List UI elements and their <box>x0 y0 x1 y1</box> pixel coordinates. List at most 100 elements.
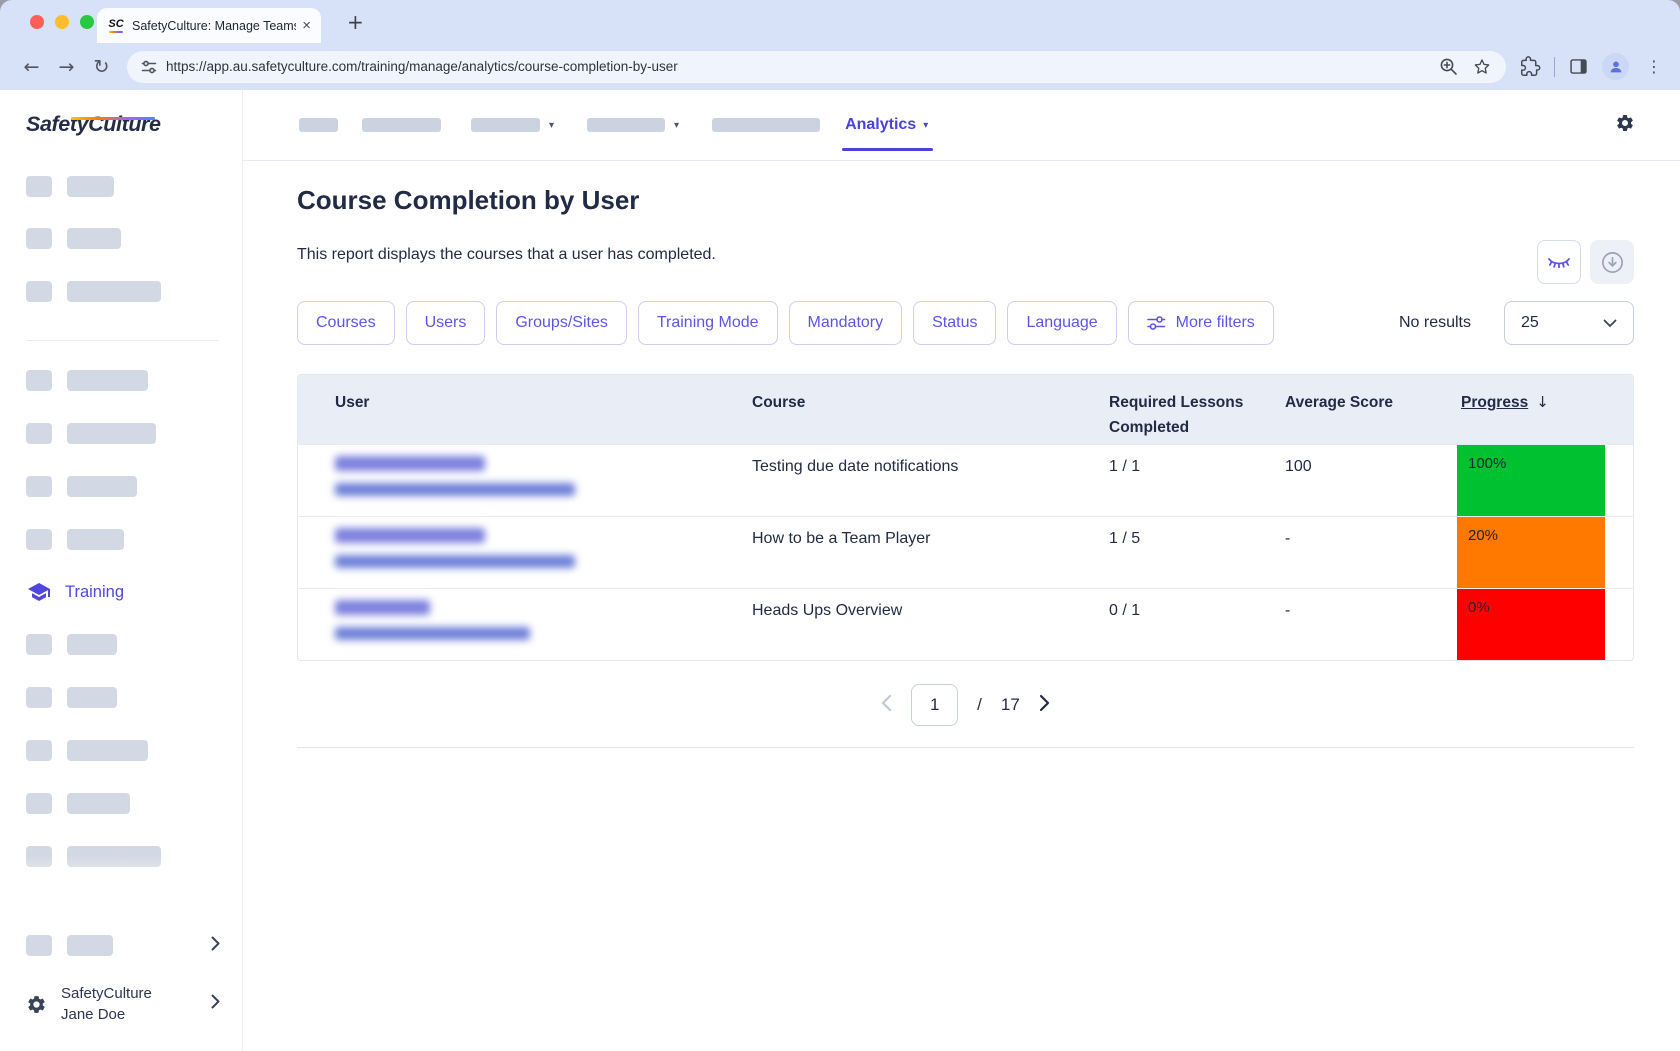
sidebar-skeleton-item <box>26 370 148 391</box>
caret-down-icon: ▾ <box>923 120 928 131</box>
sidebar-skeleton-item <box>26 281 161 302</box>
eye-closed-icon <box>1546 253 1572 271</box>
reload-icon[interactable]: ↻ <box>84 56 119 78</box>
side-panel-icon[interactable] <box>1568 56 1589 77</box>
progress-cell: 20% <box>1444 517 1633 588</box>
sidebar-skeleton-item <box>26 529 124 550</box>
new-tab-button[interactable]: + <box>347 10 364 34</box>
sidebar-skeleton-item <box>26 476 137 497</box>
chevron-right-icon <box>211 936 220 956</box>
gear-icon <box>26 994 47 1015</box>
total-pages: 17 <box>1001 695 1020 715</box>
minimize-window-button[interactable] <box>55 15 69 29</box>
table-header: User Course Required Lessons Completed A… <box>298 375 1633 444</box>
nav-skeleton-tab: ▾ <box>587 118 679 132</box>
site-settings-icon[interactable] <box>141 59 157 75</box>
table-row: How to be a Team Player 1 / 5 - 20% <box>298 516 1633 588</box>
org-name: SafetyCulture <box>61 983 152 1004</box>
download-icon <box>1601 251 1624 274</box>
safetyculture-favicon-icon: SC <box>107 19 125 33</box>
close-tab-icon[interactable]: × <box>302 18 311 33</box>
bookmark-star-icon[interactable] <box>1472 57 1492 77</box>
browser-window: SC SafetyCulture: Manage Teams and... × … <box>0 0 1680 1051</box>
next-page-icon[interactable] <box>1039 694 1050 717</box>
sidebar-skeleton-item <box>26 176 114 197</box>
hide-details-button[interactable] <box>1537 240 1581 284</box>
user-cell[interactable] <box>298 517 735 588</box>
page-title: Course Completion by User <box>297 183 1634 217</box>
caret-down-icon: ▾ <box>549 120 554 131</box>
url-text[interactable]: https://app.au.safetyculture.com/trainin… <box>166 59 1429 74</box>
page-size-select[interactable]: 25 <box>1504 301 1634 345</box>
column-header-progress[interactable]: Progress↓ <box>1444 375 1633 444</box>
course-cell: How to be a Team Player <box>735 517 1092 588</box>
table-row: Testing due date notifications 1 / 1 100… <box>298 444 1633 516</box>
content-divider <box>297 747 1634 748</box>
redacted-user-name <box>335 600 430 615</box>
sidebar-skeleton-item <box>26 846 161 867</box>
sort-desc-icon: ↓ <box>1536 393 1549 411</box>
course-completion-table: User Course Required Lessons Completed A… <box>297 374 1634 661</box>
tune-sliders-icon <box>1147 316 1166 330</box>
filter-status-button[interactable]: Status <box>913 301 996 345</box>
average-score-cell: - <box>1268 589 1444 660</box>
account-switcher[interactable]: SafetyCulture Jane Doe <box>26 983 220 1025</box>
browser-tab[interactable]: SC SafetyCulture: Manage Teams and... × <box>97 8 321 43</box>
filter-groups-sites-button[interactable]: Groups/Sites <box>496 301 626 345</box>
course-cell: Testing due date notifications <box>735 445 1092 516</box>
download-button[interactable] <box>1590 240 1634 284</box>
tab-analytics[interactable]: Analytics ▾ <box>845 90 928 160</box>
filter-courses-button[interactable]: Courses <box>297 301 395 345</box>
zoom-icon[interactable] <box>1439 57 1458 76</box>
sidebar-item-training[interactable]: Training <box>27 580 124 604</box>
progress-value: 100% <box>1457 445 1605 516</box>
table-row: Heads Ups Overview 0 / 1 - 0% <box>298 588 1633 660</box>
profile-avatar[interactable] <box>1602 53 1629 80</box>
nav-skeleton-tab: ▾ <box>471 118 554 132</box>
browser-toolbar: ← → ↻ https://app.au.safetyculture.com/t… <box>0 43 1680 90</box>
user-cell[interactable] <box>298 445 735 516</box>
logo-gradient <box>71 117 155 120</box>
redacted-user-name <box>335 456 485 471</box>
previous-page-icon[interactable] <box>881 694 892 717</box>
column-header-required-lessons: Required Lessons Completed <box>1092 375 1268 444</box>
sidebar-skeleton-item <box>26 228 121 249</box>
back-icon[interactable]: ← <box>14 56 49 78</box>
redacted-user-email <box>335 627 530 640</box>
sidebar-bottom-item[interactable] <box>26 935 220 956</box>
chevron-down-icon <box>1603 319 1617 328</box>
person-icon <box>1608 59 1624 75</box>
extensions-icon[interactable] <box>1520 56 1541 77</box>
redacted-user-name <box>335 528 485 543</box>
close-window-button[interactable] <box>30 15 44 29</box>
course-cell: Heads Ups Overview <box>735 589 1092 660</box>
settings-gear-icon[interactable] <box>1615 113 1635 138</box>
forward-icon[interactable]: → <box>49 56 84 78</box>
required-lessons-cell: 1 / 5 <box>1092 517 1268 588</box>
nav-skeleton-tab <box>712 118 820 132</box>
pagination: 1 / 17 <box>297 684 1634 726</box>
sidebar-skeleton-item <box>26 634 117 655</box>
sidebar-skeleton-item <box>26 687 117 708</box>
current-page-input[interactable]: 1 <box>911 684 958 726</box>
filter-training-mode-button[interactable]: Training Mode <box>638 301 778 345</box>
more-filters-button[interactable]: More filters <box>1128 301 1274 345</box>
browser-menu-icon[interactable]: ⋮ <box>1642 57 1666 76</box>
filter-language-button[interactable]: Language <box>1007 301 1116 345</box>
progress-cell: 100% <box>1444 445 1633 516</box>
maximize-window-button[interactable] <box>80 15 94 29</box>
progress-value: 0% <box>1457 589 1605 660</box>
user-name: Jane Doe <box>61 1004 152 1025</box>
average-score-cell: - <box>1268 517 1444 588</box>
filter-mandatory-button[interactable]: Mandatory <box>789 301 903 345</box>
tab-title: SafetyCulture: Manage Teams and... <box>132 19 296 33</box>
average-score-cell: 100 <box>1268 445 1444 516</box>
column-header-average-score: Average Score <box>1268 375 1444 444</box>
progress-cell: 0% <box>1444 589 1633 660</box>
user-cell[interactable] <box>298 589 735 660</box>
address-bar[interactable]: https://app.au.safetyculture.com/trainin… <box>127 51 1506 83</box>
tab-strip: SC SafetyCulture: Manage Teams and... × … <box>0 0 1680 43</box>
page-description: This report displays the courses that a … <box>297 246 716 264</box>
filter-users-button[interactable]: Users <box>406 301 486 345</box>
toolbar-separator <box>1554 57 1555 77</box>
